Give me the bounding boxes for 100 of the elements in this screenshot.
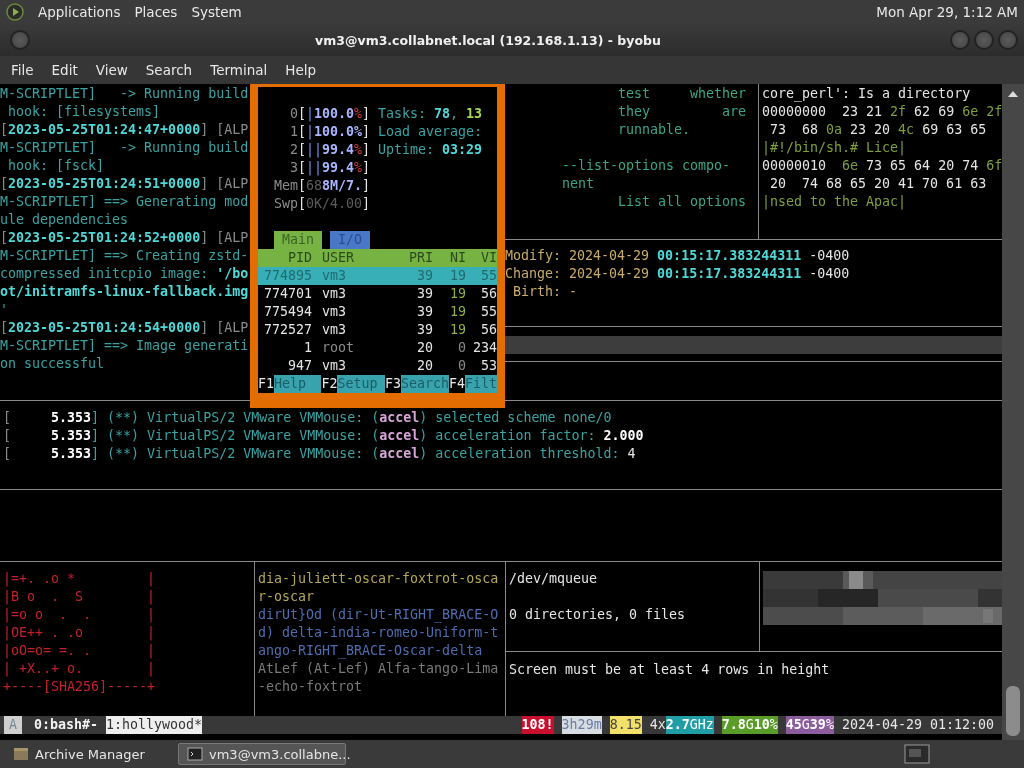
log-line: M-SCRIPTLET] -> Running build — [0, 85, 250, 103]
menu-item[interactable]: View — [86, 62, 137, 78]
status-segment: 108! — [521, 716, 554, 734]
process-row[interactable]: 774701 vm3 39 19 56 — [258, 285, 497, 303]
word-list-line: d) delta-india-romeo-Uniform-t — [258, 624, 500, 642]
close-button[interactable] — [998, 30, 1018, 50]
status-segment: 3h29m — [561, 716, 602, 734]
scroll-thumb[interactable] — [1006, 686, 1020, 736]
menu-item[interactable]: Edit — [42, 62, 87, 78]
log-line: ot/initramfs-linux-fallback.img — [0, 283, 250, 301]
panel-menu[interactable]: Places — [134, 4, 178, 20]
table-cell-text: 0 — [457, 339, 466, 357]
word-list-line: AtLef (At-Lef) Alfa-tango-Lima — [258, 660, 500, 678]
menu-item[interactable]: Terminal — [201, 62, 277, 78]
hex-dump-line: 00000000 23 21 2f 62 69 6e 2f — [762, 103, 1002, 121]
log-line: M-SCRIPTLET] ==> Image generati — [0, 337, 250, 355]
log-line: [2023-05-25T01:24:47+0000] [ALP — [0, 121, 250, 139]
meter-text: Swp[0K/4.00] — [272, 195, 370, 213]
stat-line: Change: 2024-04-29 00:15:17.383244311 -0400 — [505, 265, 851, 283]
log-line: ule dependencies — [0, 211, 130, 229]
column-header: NI — [449, 249, 466, 267]
menu-item[interactable]: Help — [276, 62, 326, 78]
meter-text: 3[||99.4%] — [288, 159, 370, 177]
table-cell-text: 774895 — [262, 267, 312, 285]
table-cell-text: vm3 — [322, 267, 348, 285]
table-cell-text: 55 — [480, 303, 497, 321]
manual-line: nent — [561, 175, 596, 193]
table-cell-text: 55 — [480, 267, 497, 285]
scrollbar[interactable] — [1002, 84, 1024, 740]
log-line: M-SCRIPTLET] ==> Creating zstd- — [0, 247, 250, 265]
panel-menu[interactable]: Applications — [38, 4, 121, 20]
word-list-line: dirUt}Od (dir-Ut-RIGHT_BRACE-O — [258, 606, 500, 624]
log-line: hook: [filesystems] — [7, 103, 162, 121]
column-header: USER — [322, 249, 356, 267]
panel-menu[interactable]: System — [191, 4, 242, 20]
stat-line: Birth: - — [512, 283, 579, 301]
hex-dump-line: |nsed to the Apac| — [762, 193, 908, 211]
manual-line: they are — [617, 103, 748, 121]
word-list-line: dia-juliett-oscar-foxtrot-osca — [258, 570, 500, 588]
word-list-line: r-oscar — [258, 588, 316, 606]
word-list-line: ango-RIGHT_BRACE-Oscar-delta — [258, 642, 484, 660]
table-cell-text: 53 — [480, 357, 497, 375]
process-row[interactable]: 1 root 20 0 234 — [258, 339, 497, 357]
process-row[interactable]: 947 vm3 20 0 53 — [258, 357, 497, 375]
word-list-line: -echo-foxtrot — [258, 678, 364, 696]
table-cell-text: 39 — [416, 321, 433, 339]
log-line: [2023-05-25T01:24:52+0000] [ALP — [0, 229, 250, 247]
menu-item[interactable]: File — [2, 62, 43, 78]
hex-dump-line: core_perl': Is a directory — [762, 85, 972, 103]
menu-logo-icon[interactable] — [6, 3, 24, 21]
table-cell-text: 19 — [449, 321, 466, 339]
key-art-line: | +X..+ o. | — [3, 660, 157, 678]
key-art-line: +----[SHA256]-----+ — [3, 678, 157, 696]
menu-item[interactable]: Search — [136, 62, 202, 78]
stat-line: Modify: 2024-04-29 00:15:17.383244311 -0400 — [505, 247, 851, 265]
terminal-icon — [187, 746, 203, 762]
summary-text: Tasks: 78, 13 — [378, 105, 484, 123]
table-cell-text: 19 — [449, 267, 466, 285]
mode-indicator: A — [4, 716, 22, 734]
log-line: hook: [fsck] — [7, 157, 106, 175]
process-row[interactable]: 775494 vm3 39 19 55 — [258, 303, 497, 321]
process-row[interactable]: 772527 vm3 39 19 56 — [258, 321, 497, 339]
terminal-icon[interactable] — [904, 744, 930, 764]
window-tab[interactable]: 1:hollywood* — [106, 716, 203, 734]
status-segment: 7.8G10% — [721, 716, 778, 734]
table-cell-text: vm3 — [322, 303, 348, 321]
scroll-up-icon[interactable] — [1008, 90, 1018, 98]
summary-text: 0 directories, 0 files — [509, 606, 687, 624]
window-title: vm3@vm3.collabnet.local (192.168.1.13) - byobu — [314, 32, 662, 48]
meter-text: Mem[688M/7.] — [272, 177, 370, 195]
table-cell-text: 39 — [416, 285, 433, 303]
status-text: 4x — [649, 716, 666, 734]
clock-text[interactable]: Mon Apr 29, 1:12 AM — [876, 4, 1018, 20]
column-header: PRI — [407, 249, 433, 267]
maximize-button[interactable] — [974, 30, 994, 50]
summary-text: Uptime: 03:29 — [378, 141, 484, 159]
window-tab[interactable]: 0:bash#- — [34, 716, 99, 734]
window-menu-button[interactable] — [10, 30, 30, 50]
key-art-line: |=o o . . | — [3, 606, 157, 624]
table-cell-text: root — [322, 339, 356, 357]
key-art-line: |=+. .o * | — [3, 570, 157, 588]
table-cell-text: 19 — [449, 303, 466, 321]
log-line: [2023-05-25T01:24:54+0000] [ALP — [0, 319, 250, 337]
archive-icon — [13, 746, 29, 762]
error-message: Screen must be at least 4 rows in height — [509, 661, 831, 679]
table-cell-text: 39 — [416, 267, 433, 285]
summary-text: Load average: — [378, 123, 484, 141]
minimize-button[interactable] — [950, 30, 970, 50]
meter-text: 2[||99.4%] — [288, 141, 370, 159]
table-cell-text: 1 — [303, 339, 312, 357]
kernel-log-line: [ 5.353] (**) VirtualPS/2 VMware VMMouse: (accel) acceleration factor: 2.000 — [3, 427, 645, 445]
column-header: VI — [480, 249, 497, 267]
kernel-log-line: [ 5.353] (**) VirtualPS/2 VMware VMMouse: (accel) acceleration threshold: 4 — [3, 445, 637, 463]
taskbar-button[interactable]: Archive Manager — [4, 743, 172, 765]
log-line: M-SCRIPTLET] ==> Generating mod — [0, 193, 250, 211]
key-art-line: |OE++ . .o | — [3, 624, 157, 642]
table-cell-text: vm3 — [322, 285, 348, 303]
table-cell-text: 20 — [416, 339, 433, 357]
log-line: ' — [0, 301, 9, 319]
clock-text: 2024-04-29 01:12:00 — [841, 716, 994, 734]
